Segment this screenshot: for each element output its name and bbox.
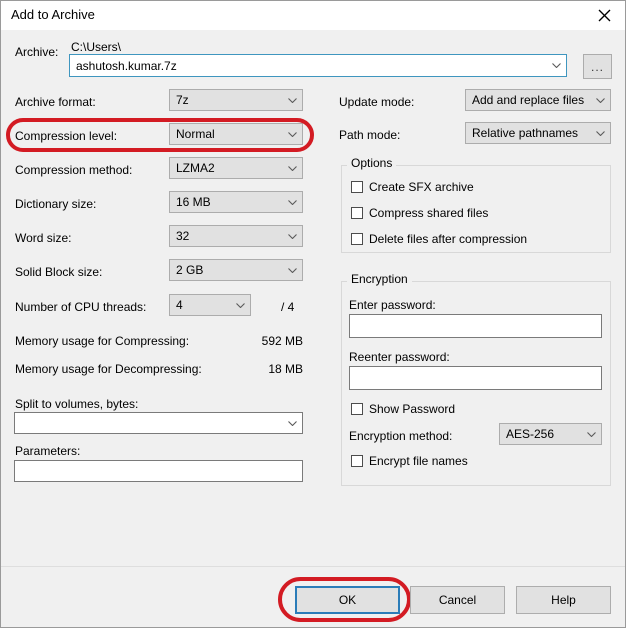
help-button[interactable]: Help: [516, 586, 611, 614]
encryption-method-label: Encryption method:: [349, 429, 453, 443]
path-mode-combobox[interactable]: Relative pathnames: [465, 122, 611, 144]
checkbox-label: Create SFX archive: [369, 180, 474, 194]
archive-format-combobox[interactable]: 7z: [169, 89, 303, 111]
chevron-down-glyph: [287, 199, 297, 205]
archive-format-value: 7z: [176, 93, 189, 107]
window-title: Add to Archive: [11, 7, 95, 22]
split-volumes-combobox[interactable]: [14, 412, 303, 434]
encryption-group-title: Encryption: [347, 272, 412, 286]
checkbox-encrypt-file-names[interactable]: Encrypt file names: [351, 454, 468, 468]
close-icon[interactable]: [582, 1, 625, 30]
chevron-down-icon[interactable]: [581, 431, 601, 437]
word-size-label: Word size:: [15, 231, 72, 245]
checkbox-compress-shared-files[interactable]: Compress shared files: [351, 206, 488, 220]
checkbox-box[interactable]: [351, 181, 363, 193]
solid-block-size-combobox[interactable]: 2 GB: [169, 259, 303, 281]
chevron-down-icon[interactable]: [230, 302, 250, 308]
memory-decompress-label: Memory usage for Decompressing:: [15, 362, 202, 376]
chevron-down-glyph: [551, 63, 561, 68]
chevron-down-icon[interactable]: [590, 97, 610, 103]
path-mode-label: Path mode:: [339, 128, 401, 142]
cpu-threads-combobox[interactable]: 4: [169, 294, 251, 316]
compression-level-value: Normal: [176, 127, 215, 141]
title-bar: Add to Archive: [1, 1, 625, 30]
chevron-down-glyph: [287, 165, 297, 171]
browse-button[interactable]: ...: [583, 54, 612, 79]
reenter-password-label: Reenter password:: [349, 350, 450, 364]
word-size-value: 32: [176, 229, 190, 243]
cpu-threads-label: Number of CPU threads:: [15, 300, 147, 314]
checkbox-create-sfx-archive[interactable]: Create SFX archive: [351, 180, 474, 194]
chevron-down-glyph: [287, 131, 297, 137]
chevron-down-glyph: [287, 233, 297, 239]
parameters-input[interactable]: [14, 460, 303, 482]
chevron-down-glyph: [595, 130, 605, 136]
encryption-method-value: AES-256: [506, 427, 555, 441]
checkbox-box[interactable]: [351, 207, 363, 219]
checkbox-label: Delete files after compression: [369, 232, 528, 246]
chevron-down-icon[interactable]: [282, 420, 302, 426]
compression-level-combobox[interactable]: Normal: [169, 123, 303, 145]
split-volumes-label: Split to volumes, bytes:: [15, 397, 139, 411]
chevron-down-glyph: [287, 97, 297, 103]
enter-password-label: Enter password:: [349, 298, 436, 312]
add-to-archive-dialog: Add to Archive Archive: C:\Users\ ashuto…: [0, 0, 626, 628]
checkbox-box[interactable]: [351, 403, 363, 415]
archive-label: Archive:: [15, 45, 59, 59]
chevron-down-icon[interactable]: [282, 131, 302, 137]
ok-button[interactable]: OK: [295, 586, 400, 614]
checkbox-label: Show Password: [369, 402, 456, 416]
options-group-title: Options: [347, 156, 397, 170]
archive-name-value: ashutosh.kumar.7z: [76, 58, 177, 73]
chevron-down-icon[interactable]: [282, 233, 302, 239]
checkbox-box[interactable]: [351, 455, 363, 467]
compression-method-combobox[interactable]: LZMA2: [169, 157, 303, 179]
chevron-down-icon[interactable]: [282, 199, 302, 205]
dictionary-size-value: 16 MB: [176, 195, 211, 209]
chevron-down-icon[interactable]: [282, 267, 302, 273]
reenter-password-input[interactable]: [349, 366, 602, 390]
chevron-down-glyph: [595, 97, 605, 103]
footer-separator: [1, 566, 625, 567]
update-mode-value: Add and replace files: [472, 93, 585, 107]
update-mode-label: Update mode:: [339, 95, 415, 109]
memory-compress-value: 592 MB: [261, 334, 303, 348]
archive-path-text: C:\Users\: [71, 40, 122, 54]
archive-name-combobox[interactable]: ashutosh.kumar.7z: [69, 54, 567, 77]
close-glyph: [598, 9, 611, 22]
checkbox-label: Compress shared files: [369, 206, 489, 220]
chevron-down-icon[interactable]: [282, 165, 302, 171]
dictionary-size-label: Dictionary size:: [15, 197, 97, 211]
chevron-down-glyph: [287, 420, 297, 426]
checkbox-delete-files-after-compression[interactable]: Delete files after compression: [351, 232, 527, 246]
compression-method-label: Compression method:: [15, 163, 133, 177]
solid-block-size-label: Solid Block size:: [15, 265, 103, 279]
checkbox-label: Encrypt file names: [369, 454, 468, 468]
compression-level-label: Compression level:: [15, 129, 118, 143]
memory-decompress-value: 18 MB: [268, 362, 303, 376]
archive-format-label: Archive format:: [15, 95, 96, 109]
parameters-label: Parameters:: [15, 444, 81, 458]
path-mode-value: Relative pathnames: [472, 126, 579, 140]
compression-method-value: LZMA2: [176, 161, 215, 175]
dictionary-size-combobox[interactable]: 16 MB: [169, 191, 303, 213]
chevron-down-glyph: [586, 431, 596, 437]
encryption-method-combobox[interactable]: AES-256: [499, 423, 602, 445]
cancel-button[interactable]: Cancel: [410, 586, 505, 614]
memory-compress-label: Memory usage for Compressing:: [15, 334, 190, 348]
checkbox-show-password[interactable]: Show Password: [351, 402, 455, 416]
chevron-down-icon[interactable]: [546, 63, 566, 68]
enter-password-input[interactable]: [349, 314, 602, 338]
chevron-down-icon[interactable]: [590, 130, 610, 136]
chevron-down-glyph: [235, 302, 245, 308]
chevron-down-icon[interactable]: [282, 97, 302, 103]
solid-block-size-value: 2 GB: [176, 263, 204, 277]
update-mode-combobox[interactable]: Add and replace files: [465, 89, 611, 111]
checkbox-box[interactable]: [351, 233, 363, 245]
chevron-down-glyph: [287, 267, 297, 273]
cpu-threads-total: / 4: [281, 300, 295, 314]
word-size-combobox[interactable]: 32: [169, 225, 303, 247]
cpu-threads-value: 4: [176, 298, 183, 312]
